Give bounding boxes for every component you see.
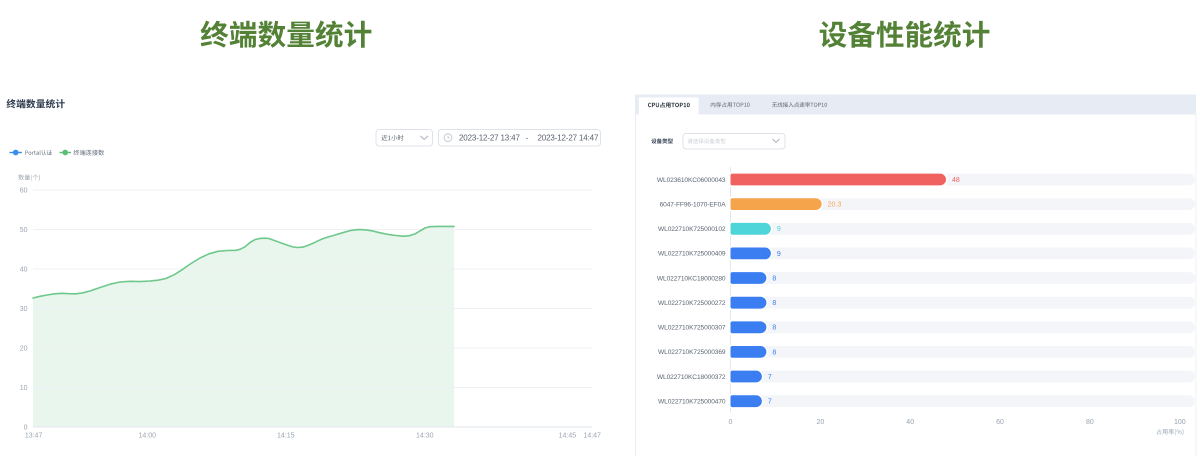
svg-text:20.3: 20.3 (828, 202, 842, 209)
svg-text:2023-12-27 14:47: 2023-12-27 14:47 (538, 134, 599, 143)
svg-text:WL022710K725000409: WL022710K725000409 (658, 251, 726, 258)
svg-text:WL022710K725000307: WL022710K725000307 (658, 325, 726, 332)
svg-text:14:15: 14:15 (277, 433, 295, 440)
svg-text:14:47: 14:47 (583, 433, 601, 440)
svg-text:9: 9 (777, 226, 781, 233)
svg-text:20: 20 (20, 345, 28, 352)
svg-text:7: 7 (768, 374, 772, 381)
svg-text:9: 9 (777, 251, 781, 258)
svg-text:8: 8 (772, 300, 776, 307)
svg-text:0: 0 (729, 419, 733, 426)
svg-text:WL022710K725000470: WL022710K725000470 (658, 399, 726, 406)
svg-text:2023-12-27 13:47: 2023-12-27 13:47 (459, 134, 520, 143)
svg-text:14:00: 14:00 (139, 433, 157, 440)
svg-text:20: 20 (817, 419, 825, 426)
svg-text:-: - (526, 133, 529, 142)
svg-text:WL022710KC18000280: WL022710KC18000280 (657, 275, 726, 282)
svg-text:60: 60 (20, 187, 28, 194)
svg-text:80: 80 (1086, 419, 1094, 426)
svg-text:WL022710K725000272: WL022710K725000272 (658, 300, 726, 307)
svg-text:60: 60 (996, 419, 1004, 426)
svg-text:7: 7 (768, 399, 772, 406)
svg-text:10: 10 (20, 385, 28, 392)
svg-text:40: 40 (20, 266, 28, 273)
svg-text:100: 100 (1174, 419, 1186, 426)
svg-text:14:45: 14:45 (559, 433, 577, 440)
svg-text:8: 8 (772, 349, 776, 356)
svg-text:8: 8 (772, 275, 776, 282)
svg-text:WL022710K725000369: WL022710K725000369 (658, 349, 726, 356)
svg-text:48: 48 (952, 177, 960, 184)
svg-text:50: 50 (20, 227, 28, 234)
svg-text:WL022710K725000102: WL022710K725000102 (658, 226, 726, 233)
svg-text:30: 30 (20, 306, 28, 313)
svg-text:WL022710KC18000372: WL022710KC18000372 (657, 374, 726, 381)
svg-text:40: 40 (906, 419, 914, 426)
svg-text:14:30: 14:30 (416, 433, 434, 440)
svg-text:0: 0 (24, 424, 28, 431)
svg-text:8: 8 (772, 325, 776, 332)
svg-text:WL023610KC06000043: WL023610KC06000043 (657, 177, 726, 184)
svg-text:6047-FF96-1070-EF0A: 6047-FF96-1070-EF0A (660, 201, 727, 208)
svg-text:13:47: 13:47 (25, 433, 43, 440)
